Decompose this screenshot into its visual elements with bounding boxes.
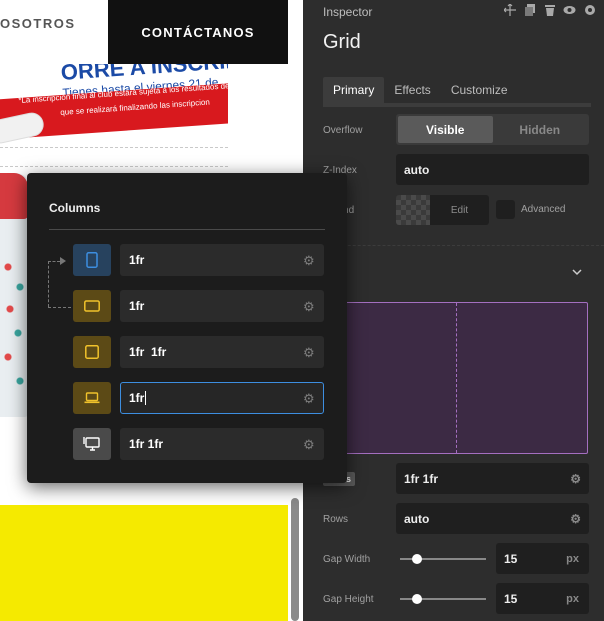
gap-height-value: 15 xyxy=(504,591,518,606)
laptop-value: 1fr xyxy=(129,391,145,405)
chevron-down-icon[interactable] xyxy=(571,266,583,281)
rows-label: Rows xyxy=(323,514,349,525)
rows-value: auto xyxy=(404,511,430,526)
tablet-columns-input[interactable]: 1fr 1fr xyxy=(120,336,324,368)
mobile-landscape-icon xyxy=(84,300,100,312)
overflow-visible-button[interactable]: Visible xyxy=(398,116,493,143)
desktop-value: 1fr 1fr xyxy=(129,437,164,451)
popup-divider xyxy=(49,229,325,230)
nav-link-nosotros[interactable]: OSOTROS xyxy=(0,16,76,31)
copy-icon[interactable] xyxy=(523,4,536,18)
overflow-toggle: Visible Hidden xyxy=(396,114,589,145)
section-divider xyxy=(303,245,604,246)
gap-width-input[interactable]: 15 px xyxy=(496,543,589,574)
contact-button[interactable]: CONTÁCTANOS xyxy=(108,0,288,64)
column-row-mobile-landscape: 1fr ⚙ xyxy=(27,290,347,322)
gap-height-unit: px xyxy=(566,592,579,605)
desktop-icon xyxy=(83,437,100,451)
gear-icon[interactable]: ⚙ xyxy=(303,391,315,407)
grid-preview[interactable] xyxy=(323,302,588,454)
tab-customize[interactable]: Customize xyxy=(441,77,518,103)
mobile-portrait-button[interactable] xyxy=(73,244,111,276)
gap-width-unit: px xyxy=(566,552,579,565)
gap-height-label: Gap Height xyxy=(323,594,374,605)
column-row-desktop: 1fr 1fr ⚙ xyxy=(27,428,347,460)
tablet-button[interactable] xyxy=(73,336,111,368)
tab-primary[interactable]: Primary xyxy=(323,77,385,103)
gear-icon[interactable]: ⚙ xyxy=(303,345,315,361)
mobile-portrait-columns-input[interactable]: 1fr xyxy=(120,244,324,276)
column-row-tablet: 1fr 1fr ⚙ xyxy=(27,336,347,368)
inspector-tabs: Primary Effects Customize xyxy=(323,77,518,103)
mobile-landscape-value: 1fr xyxy=(129,299,145,313)
laptop-button[interactable] xyxy=(73,382,111,414)
columns-popup: Columns 1fr ⚙ 1fr ⚙ 1fr 1fr ⚙ 1fr ⚙ 1fr … xyxy=(27,173,347,483)
rows-input[interactable]: auto ⚙ xyxy=(396,503,589,534)
bottle-pattern xyxy=(2,257,26,397)
laptop-columns-input[interactable]: 1fr xyxy=(120,382,324,414)
overflow-label: Overflow xyxy=(323,125,363,136)
gear-icon[interactable]: ⚙ xyxy=(570,472,581,486)
trash-icon[interactable] xyxy=(543,4,556,18)
bottle-cap xyxy=(0,173,28,219)
bottle-image xyxy=(0,173,30,417)
tablet-value: 1fr 1fr xyxy=(129,345,167,359)
tab-underline xyxy=(323,103,591,107)
canvas-scrollbar-thumb[interactable] xyxy=(291,498,299,621)
move-icon[interactable] xyxy=(503,3,516,18)
tablet-icon xyxy=(85,345,99,359)
gap-width-slider-knob[interactable] xyxy=(412,554,423,564)
inspector-label: Inspector xyxy=(323,5,373,19)
column-row-laptop: 1fr ⚙ xyxy=(27,382,347,414)
gap-height-input[interactable]: 15 px xyxy=(496,583,589,614)
background-swatch[interactable] xyxy=(396,195,430,225)
laptop-icon xyxy=(84,392,100,404)
desktop-button[interactable] xyxy=(73,428,111,460)
gap-width-value: 15 xyxy=(504,551,518,566)
gap-height-slider-knob[interactable] xyxy=(412,594,423,604)
text-caret xyxy=(145,391,147,405)
gear-icon[interactable]: ⚙ xyxy=(303,253,315,269)
page: OSOTROS CONTÁCTANOS ORRE A INSCRIBI Tien… xyxy=(0,0,604,621)
yellow-section xyxy=(0,505,288,621)
columns-input[interactable]: 1fr 1fr ⚙ xyxy=(396,463,589,494)
tab-effects[interactable]: Effects xyxy=(384,77,440,103)
inspector-toolbar xyxy=(503,3,596,18)
inspector-panel: Inspector Grid Primary Effects Customize xyxy=(303,0,604,621)
background-edit-button[interactable]: Edit xyxy=(430,195,489,225)
settings-icon[interactable] xyxy=(583,4,596,18)
gear-icon[interactable]: ⚙ xyxy=(570,512,581,526)
popup-title: Columns xyxy=(49,201,101,215)
element-title: Grid xyxy=(323,31,361,53)
columns-value: 1fr 1fr xyxy=(404,471,439,486)
mobile-landscape-columns-input[interactable]: 1fr xyxy=(120,290,324,322)
overflow-hidden-button[interactable]: Hidden xyxy=(493,116,588,143)
advanced-label: Advanced xyxy=(521,204,566,215)
gear-icon[interactable]: ⚙ xyxy=(303,299,315,315)
mobile-icon xyxy=(86,252,98,268)
advanced-checkbox[interactable] xyxy=(496,200,515,219)
zindex-input[interactable]: auto xyxy=(396,154,589,185)
promo-banner: ORRE A INSCRIBI Tienes hasta el viernes … xyxy=(0,64,228,148)
gap-width-label: Gap Width xyxy=(323,554,371,565)
grid-preview-divider xyxy=(456,303,457,453)
mobile-landscape-button[interactable] xyxy=(73,290,111,322)
column-row-mobile-portrait: 1fr ⚙ xyxy=(27,244,347,276)
eye-icon[interactable] xyxy=(563,4,576,18)
mobile-portrait-value: 1fr xyxy=(129,253,145,267)
desktop-columns-input[interactable]: 1fr 1fr xyxy=(120,428,324,460)
gear-icon[interactable]: ⚙ xyxy=(303,437,315,453)
